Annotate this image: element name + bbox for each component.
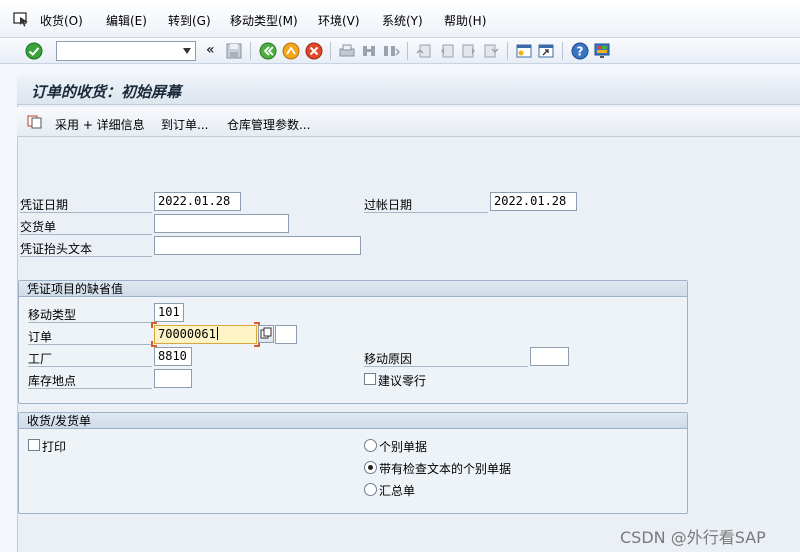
order-field[interactable]: 70000061 <box>154 325 257 344</box>
suggest-zero-lines-checkbox[interactable] <box>364 373 376 385</box>
individual-slip-inspection-radio[interactable] <box>364 461 377 474</box>
print-checkbox[interactable] <box>28 439 40 451</box>
find-next-icon[interactable] <box>381 41 401 61</box>
collective-slip-label: 汇总单 <box>379 484 416 498</box>
svg-text:?: ? <box>577 45 584 59</box>
individual-slip-label: 个别单据 <box>379 440 428 454</box>
gr-gi-slip-group: 收货/发货单 <box>18 412 688 514</box>
collective-slip-radio[interactable] <box>364 483 377 496</box>
enter-check-icon[interactable] <box>24 41 44 61</box>
last-page-icon[interactable] <box>481 41 501 61</box>
label-underline <box>20 234 152 235</box>
posting-date-label: 过帐日期 <box>364 198 413 212</box>
order-label: 订单 <box>28 330 53 344</box>
text-cursor <box>216 327 218 340</box>
label-underline <box>364 212 488 213</box>
help-icon[interactable]: ? <box>570 41 590 61</box>
plant-field[interactable]: 8810 <box>154 347 192 366</box>
plant-label: 工厂 <box>28 352 53 366</box>
menu-help[interactable]: 帮助(H) <box>444 12 486 29</box>
label-underline <box>364 366 528 367</box>
label-underline <box>20 256 152 257</box>
first-page-icon[interactable] <box>414 41 434 61</box>
focus-corner <box>151 322 157 328</box>
label-underline <box>28 344 152 345</box>
window-menu-icon[interactable] <box>12 10 32 28</box>
customize-layout-icon[interactable] <box>592 41 612 61</box>
menu-movement-type[interactable]: 移动类型(M) <box>230 12 298 29</box>
command-field[interactable] <box>56 41 196 61</box>
order-field-value: 70000061 <box>158 327 216 341</box>
copy-icon <box>260 327 272 339</box>
order-item-field[interactable] <box>275 325 297 344</box>
toolbar-separator <box>250 42 251 60</box>
toolbar-separator <box>507 42 508 60</box>
gr-gi-slip-title: 收货/发货单 <box>19 413 687 429</box>
standard-toolbar: « ? <box>0 38 800 64</box>
toolbar-separator <box>562 42 563 60</box>
create-session-icon[interactable] <box>514 41 534 61</box>
menu-goto[interactable]: 转到(G) <box>168 12 211 29</box>
doc-date-field[interactable]: 2022.01.28 <box>154 192 241 211</box>
header-text-field[interactable] <box>154 236 361 255</box>
watermark-text: CSDN @外行看SAP <box>620 528 766 547</box>
menu-environment[interactable]: 环境(V) <box>318 12 360 29</box>
cancel-icon[interactable] <box>304 41 324 61</box>
individual-slip-radio[interactable] <box>364 439 377 452</box>
toolbar-separator <box>330 42 331 60</box>
save-icon[interactable] <box>224 41 244 61</box>
menu-goods-receipt[interactable]: 收货(O) <box>40 12 83 29</box>
print-label: 打印 <box>42 440 67 454</box>
delivery-note-field[interactable] <box>154 214 289 233</box>
item-defaults-title: 凭证项目的缺省值 <box>19 281 687 297</box>
print-icon[interactable] <box>337 41 357 61</box>
label-underline <box>28 366 152 367</box>
application-toolbar: 采用 + 详细信息 到订单... 仓库管理参数... <box>17 107 800 137</box>
search-help-button[interactable] <box>258 325 274 343</box>
movement-reason-label: 移动原因 <box>364 352 413 366</box>
storage-location-label: 库存地点 <box>28 374 77 388</box>
title-bar: 订单的收货：初始屏幕 <box>17 75 800 105</box>
menu-system[interactable]: 系统(Y) <box>382 12 423 29</box>
suggest-zero-lines-label: 建议零行 <box>378 374 427 388</box>
to-order-button[interactable]: 到订单... <box>161 116 208 133</box>
back-icon[interactable] <box>258 41 278 61</box>
collapse-command-icon[interactable]: « <box>206 42 215 58</box>
exit-icon[interactable] <box>281 41 301 61</box>
wm-params-button[interactable]: 仓库管理参数... <box>227 116 310 133</box>
header-text-label: 凭证抬头文本 <box>20 242 93 256</box>
adopt-details-button[interactable]: 采用 + 详细信息 <box>55 116 145 133</box>
label-underline <box>28 322 152 323</box>
storage-location-field[interactable] <box>154 369 192 388</box>
next-page-icon[interactable] <box>459 41 479 61</box>
chevron-down-icon[interactable] <box>183 48 191 54</box>
individual-slip-inspection-label: 带有检查文本的个别单据 <box>379 462 512 476</box>
label-underline <box>28 388 152 389</box>
label-underline <box>20 212 152 213</box>
posting-date-field[interactable]: 2022.01.28 <box>490 192 577 211</box>
item-defaults-group: 凭证项目的缺省值 <box>18 280 688 404</box>
page-title: 订单的收货：初始屏幕 <box>31 83 182 101</box>
copy-icon[interactable] <box>27 115 43 129</box>
find-icon[interactable] <box>359 41 379 61</box>
movement-reason-field[interactable] <box>530 347 569 366</box>
menu-edit[interactable]: 编辑(E) <box>106 12 147 29</box>
previous-page-icon[interactable] <box>437 41 457 61</box>
menu-bar: 收货(O) 编辑(E) 转到(G) 移动类型(M) 环境(V) 系统(Y) 帮助… <box>0 0 800 38</box>
doc-date-label: 凭证日期 <box>20 198 69 212</box>
movement-type-label: 移动类型 <box>28 308 77 322</box>
delivery-note-label: 交货单 <box>20 220 57 234</box>
generate-shortcut-icon[interactable] <box>536 41 556 61</box>
toolbar-separator <box>407 42 408 60</box>
movement-type-field[interactable]: 101 <box>154 303 184 322</box>
